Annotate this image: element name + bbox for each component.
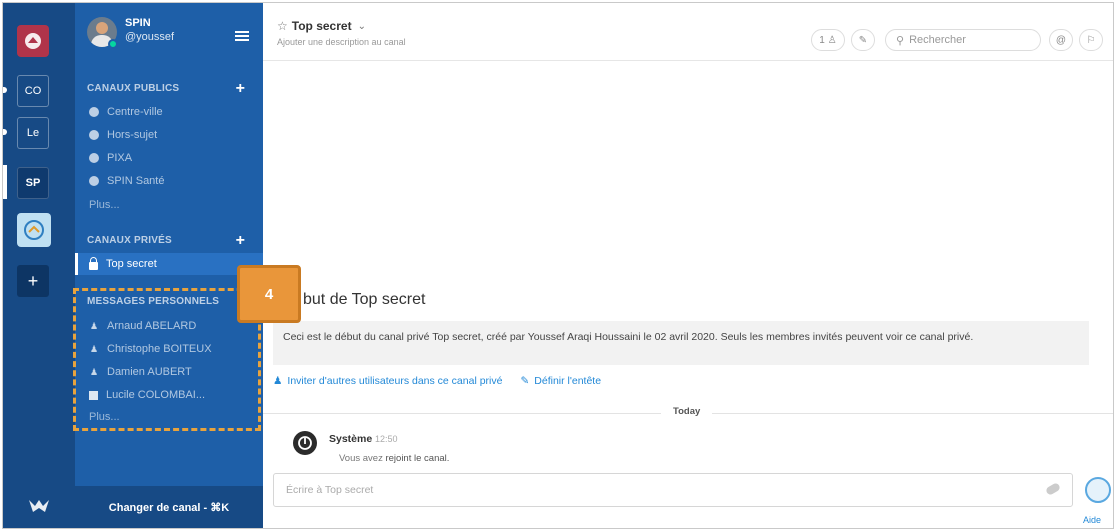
add-user-icon: ♟ <box>273 375 283 387</box>
message-timestamp[interactable]: 12:50 <box>375 434 398 444</box>
globe-icon <box>89 130 99 140</box>
member-count: 1 <box>819 34 825 46</box>
sidebar-item-hors-sujet[interactable]: Hors-sujet <box>75 124 263 146</box>
channel-intro-actions: ♟ Inviter d'autres utilisateurs dans ce c… <box>273 375 601 387</box>
search-input[interactable]: ⚲ Rechercher <box>885 29 1041 51</box>
channel-view: ☆ Top secret ⌄ Ajouter une description a… <box>263 3 1113 528</box>
channel-name: Top secret <box>291 19 352 33</box>
team-label: SP <box>25 177 41 189</box>
team-name: SPIN <box>125 17 151 29</box>
add-private-channel-button[interactable]: + <box>236 233 245 249</box>
channel-header: ☆ Top secret ⌄ Ajouter une description a… <box>263 3 1113 61</box>
lock-icon <box>89 256 98 270</box>
add-team-label: + <box>27 270 39 291</box>
channel-intro-text: Ceci est le début du canal privé Top sec… <box>273 321 1089 365</box>
switch-channel-label: Changer de canal - ⌘K <box>108 501 230 514</box>
channel-intro-title: but de Top secret <box>303 291 426 308</box>
search-placeholder: Rechercher <box>909 34 966 46</box>
message-input-placeholder: Écrire à Top secret <box>286 484 374 496</box>
invite-users-link[interactable]: ♟ Inviter d'autres utilisateurs dans ce c… <box>273 375 502 387</box>
chevron-down-icon: ⌄ <box>357 20 366 32</box>
date-divider-label: Today <box>661 406 713 417</box>
star-icon[interactable]: ☆ <box>277 19 288 33</box>
globe-icon <box>89 176 99 186</box>
message-text: Vous avez rejoint le canal. <box>339 453 450 464</box>
public-channels-title: CANAUX PUBLICS <box>87 83 180 94</box>
online-status-icon <box>108 39 118 49</box>
highlight-box <box>73 288 261 431</box>
team-unread-indicator <box>3 87 7 93</box>
username: @youssef <box>125 31 175 43</box>
menu-icon[interactable] <box>235 31 249 41</box>
sidebar-item-centre-ville[interactable]: Centre-ville <box>75 101 263 123</box>
message-author[interactable]: Système <box>329 433 372 445</box>
globe-icon <box>89 153 99 163</box>
channel-sidebar: SPIN @youssef CANAUX PUBLICS + Centre-vi… <box>75 3 263 528</box>
team-image-icon[interactable] <box>17 213 51 247</box>
search-icon: ⚲ <box>896 34 905 47</box>
team-button-le[interactable]: Le <box>17 117 49 149</box>
pin-icon[interactable]: ✎ <box>851 29 875 51</box>
team-button-co[interactable]: CO <box>17 75 49 107</box>
mattermost-logo-icon <box>29 500 49 512</box>
pencil-icon: ✎ <box>520 375 530 387</box>
message-input[interactable]: Écrire à Top secret <box>273 473 1073 507</box>
members-icon: ♙ <box>827 34 837 46</box>
sidebar-header[interactable]: SPIN @youssef <box>75 3 263 57</box>
add-public-channel-button[interactable]: + <box>236 81 245 97</box>
globe-icon <box>89 107 99 117</box>
sidebar-item-top-secret[interactable]: Top secret <box>75 253 263 275</box>
app-window: CO Le SP + SPIN @youssef CANAUX PUBLICS … <box>2 2 1114 529</box>
public-channels-more-link[interactable]: Plus... <box>89 199 120 211</box>
help-link[interactable]: Aide <box>1083 515 1101 525</box>
team-button-sp[interactable]: SP <box>17 167 49 199</box>
channel-title[interactable]: ☆ Top secret ⌄ <box>277 19 366 33</box>
attachment-icon[interactable] <box>1044 482 1062 496</box>
active-team-indicator <box>3 165 7 199</box>
private-channels-title: CANAUX PRIVÉS <box>87 235 172 246</box>
set-header-link[interactable]: ✎ Définir l'entête <box>520 375 601 387</box>
add-team-button[interactable]: + <box>17 265 49 297</box>
member-count-button[interactable]: 1 ♙ <box>811 29 845 51</box>
system-avatar-icon <box>293 431 317 455</box>
team-label: Le <box>26 127 40 139</box>
step-badge: 4 <box>237 265 301 323</box>
switch-channel-button[interactable]: Changer de canal - ⌘K <box>75 486 263 528</box>
app-logo-icon[interactable] <box>17 25 49 57</box>
mention-icon[interactable]: @ <box>1049 29 1073 51</box>
sidebar-item-pixa[interactable]: PIXA <box>75 147 263 169</box>
sidebar-item-spin-sante[interactable]: SPIN Santé <box>75 170 263 192</box>
team-label: CO <box>24 85 42 97</box>
channel-description[interactable]: Ajouter une description au canal <box>277 37 406 47</box>
team-sidebar: CO Le SP + <box>3 3 75 528</box>
flag-icon[interactable]: ⚐ <box>1079 29 1103 51</box>
team-unread-indicator <box>3 129 7 135</box>
emoji-icon[interactable] <box>1085 477 1111 503</box>
